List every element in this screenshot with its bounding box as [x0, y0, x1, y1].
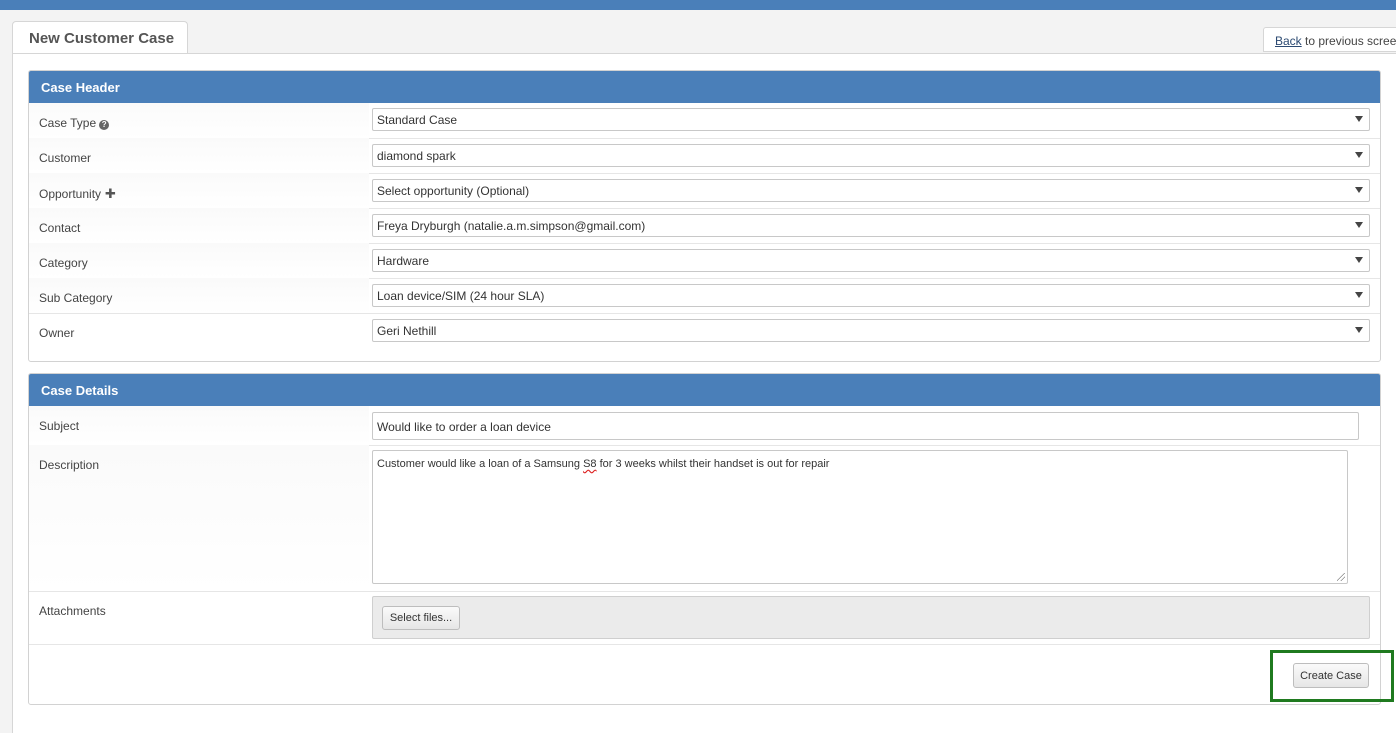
chevron-down-icon [1355, 257, 1363, 263]
description-label: Description [39, 458, 100, 472]
owner-row: Owner Geri Nethill [29, 313, 1380, 361]
back-link-suffix: to previous screen [1301, 34, 1396, 48]
page-title-tab: New Customer Case [12, 21, 188, 53]
contact-row: Contact Freya Dryburgh (natalie.a.m.simp… [29, 208, 1380, 244]
subject-label: Subject [39, 419, 80, 433]
subject-input[interactable]: Would like to order a loan device [372, 412, 1359, 440]
chevron-down-icon [1355, 222, 1363, 228]
customer-select[interactable]: diamond spark [372, 144, 1370, 167]
resize-grip-icon[interactable] [1337, 573, 1345, 581]
opportunity-select[interactable]: Select opportunity (Optional) [372, 179, 1370, 202]
contact-label: Contact [39, 221, 81, 235]
contact-select[interactable]: Freya Dryburgh (natalie.a.m.simpson@gmai… [372, 214, 1370, 237]
case-details-panel: Case Details Subject Would like to order… [28, 373, 1381, 705]
customer-row: Customer diamond spark [29, 138, 1380, 174]
highlight-box [1270, 650, 1394, 702]
attachments-upload-area[interactable]: Select files... [372, 596, 1370, 639]
sub-category-row: Sub Category Loan device/SIM (24 hour SL… [29, 278, 1380, 314]
customer-label: Customer [39, 151, 92, 165]
sub-category-label: Sub Category [39, 291, 113, 305]
plus-icon[interactable]: ✚ [105, 186, 116, 202]
opportunity-row: Opportunity ✚ Select opportunity (Optiona… [29, 173, 1380, 209]
description-textarea[interactable]: Customer would like a loan of a Samsung … [372, 450, 1348, 584]
owner-select[interactable]: Geri Nethill [372, 319, 1370, 342]
case-type-label: Case Type? [39, 116, 110, 130]
case-type-select[interactable]: Standard Case [372, 108, 1370, 131]
case-type-row: Case Type? Standard Case [29, 103, 1380, 139]
chevron-down-icon [1355, 327, 1363, 333]
chevron-down-icon [1355, 116, 1363, 122]
select-files-button[interactable]: Select files... [382, 606, 460, 630]
category-row: Category Hardware [29, 243, 1380, 279]
chevron-down-icon [1355, 187, 1363, 193]
opportunity-label: Opportunity ✚ [39, 186, 116, 202]
chevron-down-icon [1355, 152, 1363, 158]
owner-label: Owner [39, 326, 75, 340]
question-circle-icon[interactable]: ? [99, 120, 110, 130]
case-header-title: Case Header [29, 71, 1380, 103]
case-details-title: Case Details [29, 374, 1380, 406]
category-label: Category [39, 256, 88, 270]
sub-category-select[interactable]: Loan device/SIM (24 hour SLA) [372, 284, 1370, 307]
description-row: Description Customer would like a loan o… [29, 445, 1380, 592]
category-select[interactable]: Hardware [372, 249, 1370, 272]
attachments-label: Attachments [39, 604, 106, 618]
top-bar [0, 0, 1396, 10]
subject-row: Subject Would like to order a loan devic… [29, 406, 1380, 446]
case-header-panel: Case Header Case Type? Standard Case Cus… [28, 70, 1381, 362]
page-title: New Customer Case [29, 30, 175, 47]
back-link-container: Back to previous screen [1263, 27, 1396, 52]
back-link[interactable]: Back [1275, 34, 1302, 48]
misspelled-word: S8 [583, 458, 597, 470]
chevron-down-icon [1355, 292, 1363, 298]
attachments-row: Attachments Select files... [29, 591, 1380, 645]
